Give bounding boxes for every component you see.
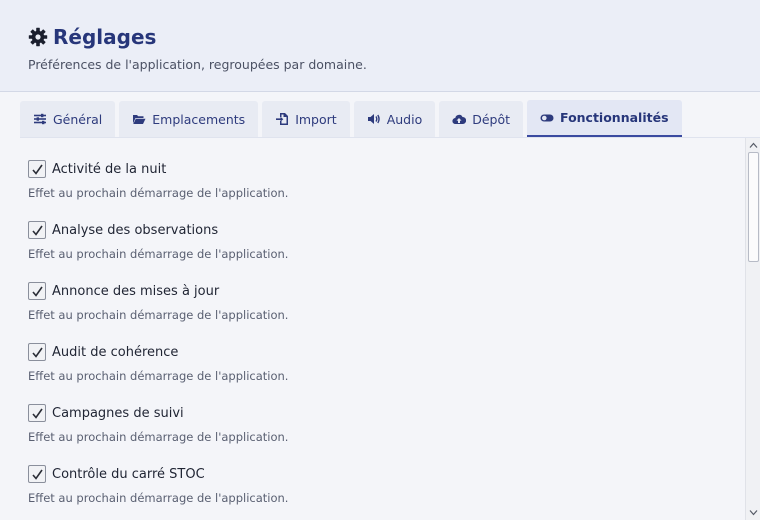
tab-depot[interactable]: Dépôt	[439, 101, 524, 137]
tab-label: Général	[53, 111, 103, 127]
tab-general[interactable]: Général	[20, 101, 116, 137]
checkbox-controle-carre-stoc[interactable]	[28, 465, 46, 483]
tab-label: Audio	[386, 111, 423, 127]
vertical-scrollbar[interactable]	[745, 138, 760, 520]
option-description: Effet au prochain démarrage de l'applica…	[28, 369, 289, 383]
tab-audio[interactable]: Audio	[353, 101, 436, 137]
option-description: Effet au prochain démarrage de l'applica…	[28, 247, 289, 261]
option-controle-carre-stoc: Contrôle du carré STOC Effet au prochain…	[28, 465, 728, 505]
option-activite-nuit: Activité de la nuit Effet au prochain dé…	[28, 160, 728, 200]
tab-label: Import	[295, 111, 337, 127]
folder-open-icon	[133, 115, 146, 124]
tab-emplacements[interactable]: Emplacements	[119, 101, 259, 137]
volume-icon	[367, 114, 380, 124]
scroll-up-arrow-icon[interactable]	[749, 141, 758, 150]
gear-icon	[28, 27, 48, 47]
option-analyse-observations: Analyse des observations Effet au procha…	[28, 221, 728, 261]
checkmark-icon	[31, 164, 43, 175]
option-description: Effet au prochain démarrage de l'applica…	[28, 186, 289, 200]
option-description: Effet au prochain démarrage de l'applica…	[28, 308, 289, 322]
sliders-icon	[34, 113, 46, 125]
page-title: Réglages	[53, 25, 157, 49]
settings-tabs: Général Emplacements Import Audio Dépôt	[20, 100, 682, 138]
checkmark-icon	[31, 286, 43, 297]
scrollbar-thumb[interactable]	[748, 152, 759, 262]
option-label[interactable]: Activité de la nuit	[52, 162, 166, 177]
option-campagnes-suivi: Campagnes de suivi Effet au prochain dém…	[28, 404, 728, 444]
tab-fonctionnalites[interactable]: Fonctionnalités	[527, 100, 682, 137]
cloud-upload-icon	[452, 114, 467, 125]
checkmark-icon	[31, 347, 43, 358]
checkmark-icon	[31, 408, 43, 419]
checkbox-annonce-mises-a-jour[interactable]	[28, 282, 46, 300]
checkbox-audit-coherence[interactable]	[28, 343, 46, 361]
option-label[interactable]: Audit de cohérence	[52, 345, 178, 360]
page-subtitle: Préférences de l'application, regroupées…	[28, 57, 367, 72]
option-description: Effet au prochain démarrage de l'applica…	[28, 491, 289, 505]
tab-label: Dépôt	[472, 111, 511, 127]
option-annonce-mises-a-jour: Annonce des mises à jour Effet au procha…	[28, 282, 728, 322]
checkmark-icon	[31, 469, 43, 480]
option-audit-coherence: Audit de cohérence Effet au prochain dém…	[28, 343, 728, 383]
checkmark-icon	[31, 225, 43, 236]
title-row: Réglages	[28, 25, 156, 49]
option-label[interactable]: Analyse des observations	[52, 223, 218, 238]
checkbox-analyse-observations[interactable]	[28, 221, 46, 239]
tab-label: Emplacements	[152, 111, 246, 127]
options-list: Activité de la nuit Effet au prochain dé…	[0, 138, 745, 520]
option-description: Effet au prochain démarrage de l'applica…	[28, 430, 289, 444]
checkbox-activite-nuit[interactable]	[28, 160, 46, 178]
option-label[interactable]: Campagnes de suivi	[52, 406, 184, 421]
tab-label: Fonctionnalités	[560, 110, 669, 125]
file-import-icon	[276, 113, 289, 125]
tab-import[interactable]: Import	[262, 101, 350, 137]
checkbox-campagnes-suivi[interactable]	[28, 404, 46, 422]
option-label[interactable]: Annonce des mises à jour	[52, 284, 219, 299]
option-label[interactable]: Contrôle du carré STOC	[52, 467, 205, 482]
scroll-down-arrow-icon[interactable]	[749, 508, 758, 517]
settings-header: Réglages Préférences de l'application, r…	[0, 0, 760, 92]
toggle-icon	[540, 114, 554, 121]
